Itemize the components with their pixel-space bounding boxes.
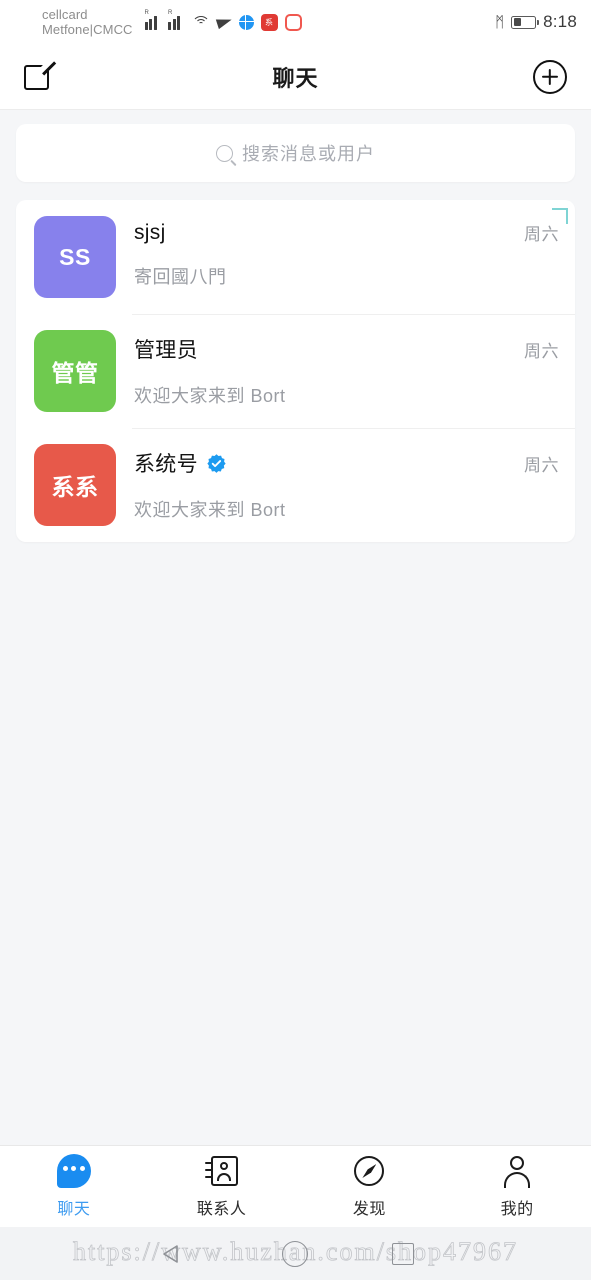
chat-item-top-row: 管理员 周六 bbox=[134, 334, 559, 364]
avatar[interactable]: SS bbox=[34, 216, 116, 298]
chat-item-message: 欢迎大家来到 Bort bbox=[134, 386, 286, 406]
search-section: 搜索消息或用户 bbox=[0, 110, 591, 192]
app-square-icon bbox=[284, 13, 302, 31]
battery-icon bbox=[511, 15, 540, 29]
status-icon-group: R R 系 bbox=[144, 10, 302, 31]
chat-item-meta: 管理员 周六欢迎大家来到 Bort bbox=[116, 330, 559, 408]
system-nav-bar: https://www.huzhan.com/shop47967 bbox=[0, 1227, 591, 1280]
app-header: 聊天 bbox=[0, 44, 591, 110]
tab-label: 聊天 bbox=[57, 1201, 91, 1218]
verified-badge-icon bbox=[207, 453, 226, 473]
wifi-icon bbox=[191, 15, 210, 29]
signal-bars-sim1-icon: R bbox=[144, 10, 162, 30]
person-icon bbox=[500, 1154, 534, 1188]
carrier-line-1: cellcard bbox=[42, 7, 88, 22]
contacts-book-icon bbox=[204, 1154, 239, 1188]
status-bar: cellcard Metfone|CMCC R R 系 ᛗ 8:18 bbox=[0, 0, 591, 44]
tab-label: 联系人 bbox=[196, 1201, 247, 1218]
chat-item-name: 管理员 bbox=[134, 339, 198, 362]
chat-item-meta: 系统号 周六欢迎大家来到 Bort bbox=[116, 444, 559, 522]
carrier-label: cellcard Metfone|CMCC bbox=[14, 7, 133, 37]
nav-home-icon[interactable] bbox=[282, 1240, 308, 1267]
search-input[interactable]: 搜索消息或用户 bbox=[16, 124, 575, 182]
tab-person[interactable]: 我的 bbox=[443, 1146, 591, 1227]
tab-label: 发现 bbox=[352, 1201, 386, 1218]
search-placeholder: 搜索消息或用户 bbox=[242, 144, 375, 164]
tab-compass[interactable]: 发现 bbox=[296, 1146, 444, 1227]
tab-chat-bubble[interactable]: 聊天 bbox=[0, 1146, 148, 1227]
signal-bars-sim2-icon: R bbox=[168, 10, 185, 30]
compose-icon[interactable] bbox=[24, 62, 54, 92]
avatar[interactable]: 系系 bbox=[34, 444, 116, 526]
phone-screen: cellcard Metfone|CMCC R R 系 ᛗ 8:18 聊天 搜索… bbox=[0, 0, 591, 1280]
roaming-label-1: R bbox=[144, 9, 149, 16]
status-clock: 8:18 bbox=[543, 12, 577, 31]
chat-item-name: 系统号 bbox=[134, 453, 198, 476]
app-badge-icon: 系 bbox=[260, 13, 278, 31]
globe-icon bbox=[238, 14, 254, 30]
nav-recents-icon[interactable] bbox=[392, 1242, 414, 1265]
chat-item-top-row: sjsj 周六 bbox=[134, 220, 559, 245]
chat-item-message: 欢迎大家来到 Bort bbox=[134, 500, 286, 520]
plus-circle-icon[interactable] bbox=[533, 59, 567, 94]
chat-item-message: 寄回國八門 bbox=[134, 267, 227, 287]
nav-back-icon[interactable] bbox=[162, 1244, 179, 1263]
bottom-tab-bar: 聊天 联系人 发现 我的 bbox=[0, 1145, 591, 1227]
chat-list-item[interactable]: 管管 管理员 周六欢迎大家来到 Bort bbox=[16, 314, 575, 428]
chat-bubble-icon bbox=[56, 1154, 91, 1188]
tab-contacts-book[interactable]: 联系人 bbox=[148, 1146, 296, 1227]
chat-list: SS sjsj 周六 寄回國八門 管管 管理员 周六 欢迎大家来到 Bort 系系 系统号 周六 欢迎… bbox=[16, 200, 575, 542]
chat-item-time: 周六 bbox=[524, 455, 559, 475]
chat-item-time: 周六 bbox=[524, 341, 559, 361]
roaming-label-2: R bbox=[168, 9, 173, 16]
status-right-group: ᛗ 8:18 bbox=[495, 12, 577, 32]
page-title: 聊天 bbox=[272, 65, 319, 91]
chat-item-name: sjsj bbox=[134, 220, 166, 244]
chat-list-item[interactable]: SS sjsj 周六寄回國八門 bbox=[16, 200, 575, 314]
search-icon bbox=[216, 144, 233, 162]
bluetooth-icon: ᛗ bbox=[495, 13, 505, 31]
tab-label: 我的 bbox=[500, 1201, 534, 1218]
compass-icon bbox=[352, 1154, 386, 1188]
chat-list-item[interactable]: 系系 系统号 周六欢迎大家来到 Bort bbox=[16, 428, 575, 542]
chat-item-top-row: 系统号 周六 bbox=[134, 448, 559, 478]
chat-item-time: 周六 bbox=[524, 225, 559, 244]
avatar[interactable]: 管管 bbox=[34, 330, 116, 412]
chat-item-meta: sjsj 周六寄回國八門 bbox=[116, 216, 559, 289]
telegram-icon bbox=[215, 14, 233, 30]
carrier-line-2: Metfone|CMCC bbox=[42, 22, 133, 37]
